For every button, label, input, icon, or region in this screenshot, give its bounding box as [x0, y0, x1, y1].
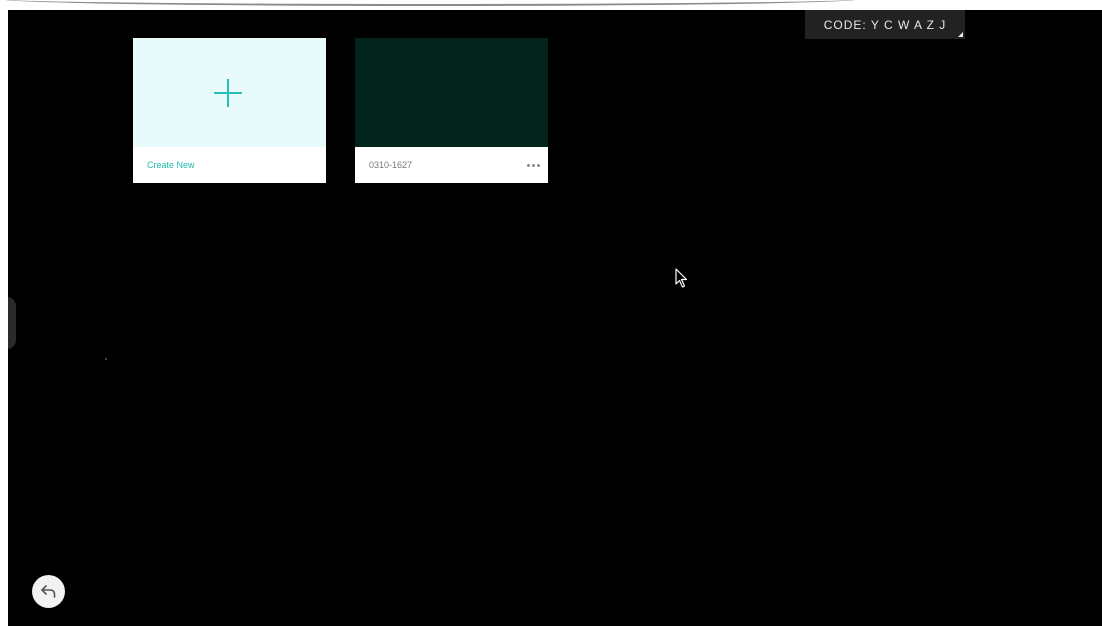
file-thumbnail[interactable] [355, 38, 548, 147]
room-code-badge[interactable]: CODE: Y C W A Z J [805, 10, 965, 39]
back-button[interactable] [32, 575, 65, 608]
screen-speck [105, 358, 107, 360]
more-dot [537, 164, 540, 167]
more-dot [527, 164, 530, 167]
side-panel-handle[interactable] [8, 297, 16, 349]
create-new-card[interactable]: Create New [133, 38, 326, 183]
pointer-cursor-icon [675, 268, 688, 288]
more-options-icon[interactable] [527, 164, 540, 167]
board-screen: CODE: Y C W A Z J Create New 0310-1627 [8, 10, 1102, 626]
create-new-label: Create New [147, 160, 195, 170]
plus-icon [214, 79, 242, 107]
file-card[interactable]: 0310-1627 [355, 38, 548, 183]
room-code-text: CODE: Y C W A Z J [823, 17, 947, 32]
file-name-label: 0310-1627 [369, 160, 413, 170]
top-edge-line [0, 0, 860, 6]
top-edge-strip [0, 0, 1102, 10]
undo-arrow-icon [41, 585, 56, 598]
more-dot [532, 164, 535, 167]
create-new-thumbnail [133, 38, 326, 147]
expand-corner-icon [958, 32, 963, 37]
